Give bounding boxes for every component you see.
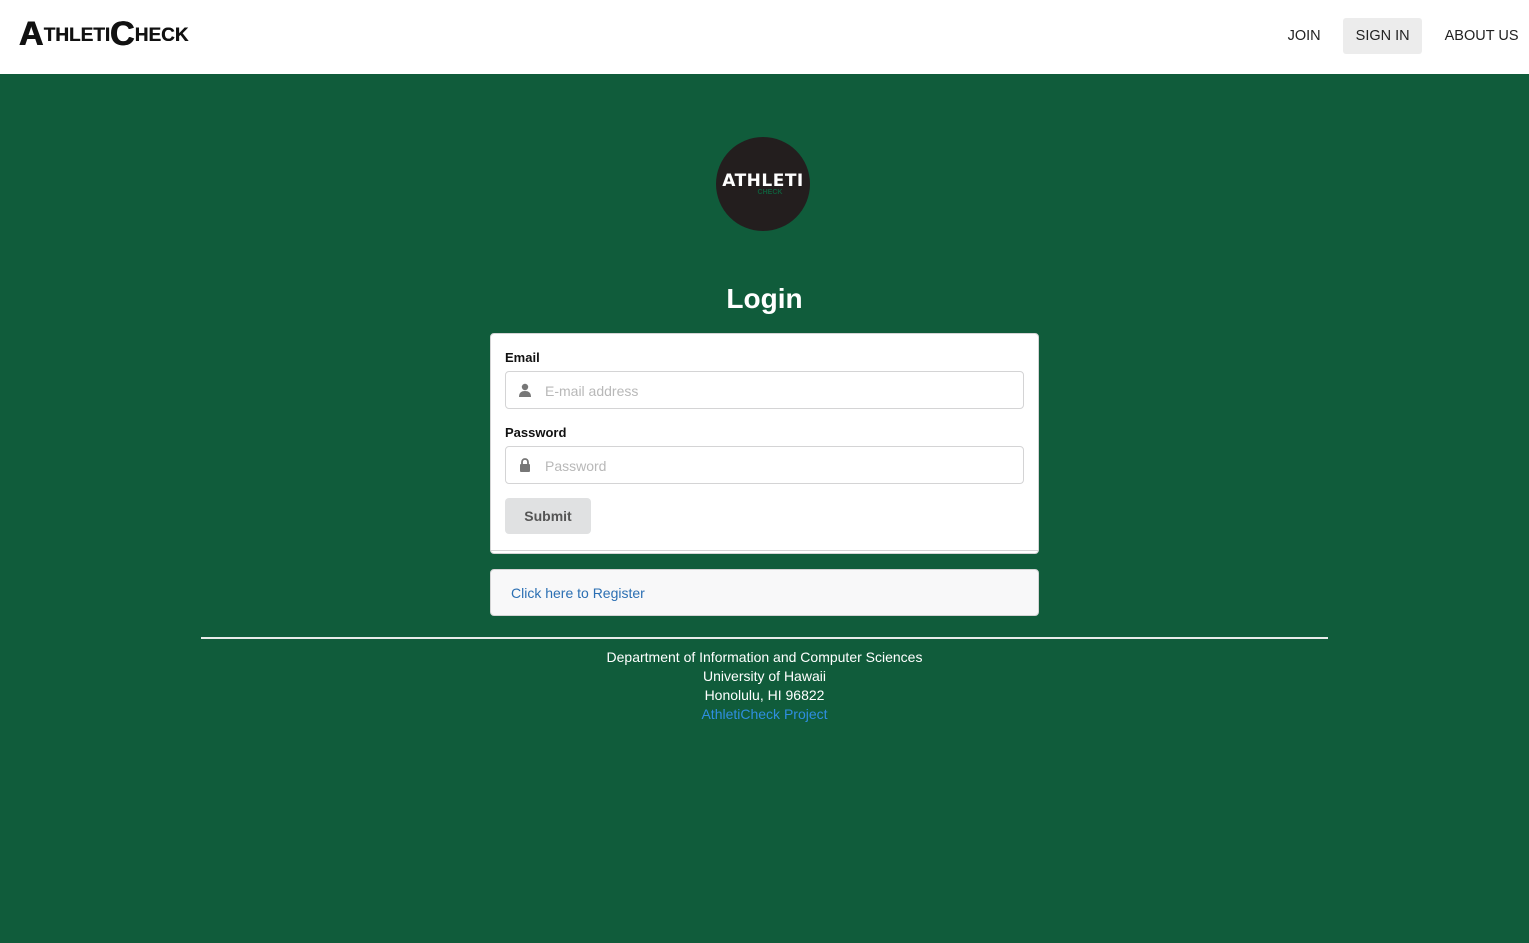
nav-join[interactable]: JOIN [1275, 18, 1333, 54]
logo-word: ATHLETI [722, 171, 804, 191]
top-navbar: A THLETI C HECK JOIN SIGN IN ABOUT US [0, 0, 1529, 74]
brand-text-heck: HECK [134, 25, 189, 46]
footer-project-link[interactable]: AthletiCheck Project [701, 706, 827, 722]
brand-letter-a: A [19, 15, 44, 53]
nav-about-us[interactable]: ABOUT US [1432, 18, 1529, 54]
footer-university: University of Hawaii [703, 668, 826, 684]
footer-divider [201, 637, 1328, 639]
logo-sub: CHECK [757, 189, 783, 196]
email-input[interactable] [543, 372, 1017, 410]
lock-icon [520, 458, 530, 472]
footer: Department of Information and Computer S… [0, 648, 1529, 724]
email-label: Email [505, 350, 540, 365]
brand-text-thleti: THLETI [43, 25, 111, 46]
register-link[interactable]: Click here to Register [511, 585, 645, 601]
password-label: Password [505, 425, 567, 440]
page-title: Login [726, 283, 803, 314]
login-form: Email Password Submit [490, 333, 1039, 554]
password-input[interactable] [543, 447, 1017, 485]
brand-logo[interactable]: A THLETI C HECK [19, 17, 188, 51]
nav-sign-in[interactable]: SIGN IN [1343, 18, 1423, 54]
register-message: Click here to Register [490, 569, 1039, 616]
nav-menu: JOIN SIGN IN ABOUT US [1265, 18, 1529, 54]
brand-letter-c: C [110, 15, 135, 53]
email-field-wrapper [505, 371, 1024, 410]
athleticheck-circle-logo: ATHLETI CHECK [716, 137, 810, 231]
footer-department: Department of Information and Computer S… [606, 649, 923, 665]
password-field-wrapper [505, 446, 1024, 485]
footer-address: Honolulu, HI 96822 [704, 687, 825, 703]
submit-button[interactable]: Submit [505, 498, 591, 534]
user-icon [519, 383, 531, 397]
